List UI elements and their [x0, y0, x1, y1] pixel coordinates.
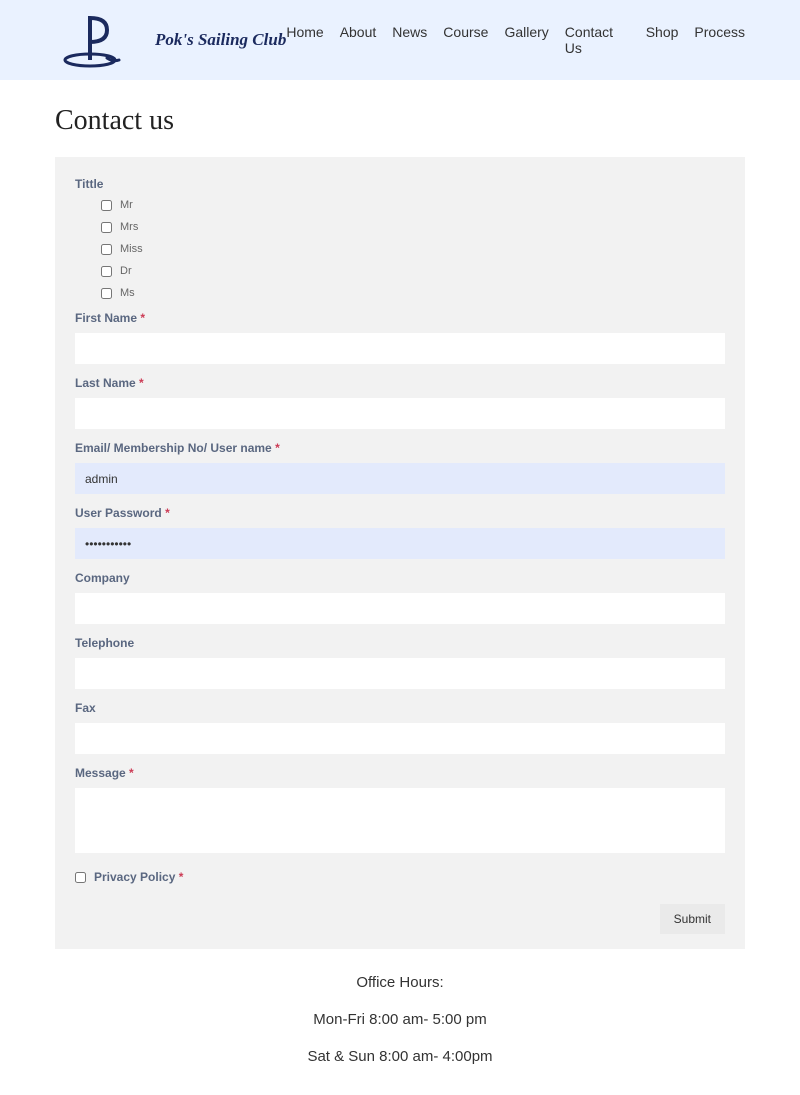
- required-asterisk: *: [139, 376, 144, 390]
- nav-gallery[interactable]: Gallery: [504, 24, 548, 56]
- company-field: Company: [75, 571, 725, 624]
- nav-process[interactable]: Process: [694, 24, 745, 56]
- fax-input[interactable]: [75, 723, 725, 754]
- required-asterisk: *: [140, 311, 145, 325]
- hours-heading: Office Hours:: [0, 974, 800, 991]
- nav-shop[interactable]: Shop: [646, 24, 679, 56]
- first-name-field: First Name *: [75, 311, 725, 364]
- title-checkbox-mrs[interactable]: [101, 222, 112, 233]
- message-field: Message *: [75, 766, 725, 858]
- hours-weekday: Mon-Fri 8:00 am- 5:00 pm: [0, 1011, 800, 1028]
- required-asterisk: *: [275, 441, 280, 455]
- telephone-field: Telephone: [75, 636, 725, 689]
- privacy-checkbox[interactable]: [75, 872, 86, 883]
- submit-button[interactable]: Submit: [660, 904, 725, 934]
- title-checkbox-dr[interactable]: [101, 266, 112, 277]
- nav-contact[interactable]: Contact Us: [565, 24, 630, 56]
- company-label: Company: [75, 571, 725, 585]
- title-field: Tittle Mr Mrs Miss Dr Ms: [75, 177, 725, 299]
- title-option-label: Miss: [120, 243, 143, 255]
- page-title: Contact us: [0, 80, 800, 157]
- password-input[interactable]: [75, 528, 725, 559]
- message-input[interactable]: [75, 788, 725, 853]
- telephone-input[interactable]: [75, 658, 725, 689]
- logo: [55, 10, 135, 70]
- title-option-label: Mrs: [120, 221, 138, 233]
- fax-label: Fax: [75, 701, 725, 715]
- hours-weekend: Sat & Sun 8:00 am- 4:00pm: [0, 1048, 800, 1065]
- title-checkbox-miss[interactable]: [101, 244, 112, 255]
- title-option-label: Ms: [120, 287, 135, 299]
- first-name-label: First Name: [75, 311, 137, 325]
- required-asterisk: *: [129, 766, 134, 780]
- email-input[interactable]: [75, 463, 725, 494]
- site-title: Pok's Sailing Club: [155, 30, 286, 50]
- password-field: User Password *: [75, 506, 725, 559]
- title-checkbox-ms[interactable]: [101, 288, 112, 299]
- title-checkbox-mr[interactable]: [101, 200, 112, 211]
- nav-home[interactable]: Home: [286, 24, 323, 56]
- required-asterisk: *: [179, 870, 184, 884]
- email-label: Email/ Membership No/ User name: [75, 441, 272, 455]
- office-hours: Office Hours: Mon-Fri 8:00 am- 5:00 pm S…: [0, 949, 800, 1095]
- first-name-input[interactable]: [75, 333, 725, 364]
- last-name-input[interactable]: [75, 398, 725, 429]
- title-label: Tittle: [75, 177, 725, 191]
- company-input[interactable]: [75, 593, 725, 624]
- header: Pok's Sailing Club Home About News Cours…: [0, 0, 800, 80]
- contact-form: Tittle Mr Mrs Miss Dr Ms First Name * La…: [55, 157, 745, 949]
- password-label: User Password: [75, 506, 162, 520]
- message-label: Message: [75, 766, 126, 780]
- title-option-label: Dr: [120, 265, 132, 277]
- fax-field: Fax: [75, 701, 725, 754]
- telephone-label: Telephone: [75, 636, 725, 650]
- last-name-label: Last Name: [75, 376, 136, 390]
- privacy-label: Privacy Policy: [94, 870, 175, 884]
- title-option-label: Mr: [120, 199, 133, 211]
- nav-news[interactable]: News: [392, 24, 427, 56]
- email-field: Email/ Membership No/ User name *: [75, 441, 725, 494]
- main-nav: Home About News Course Gallery Contact U…: [286, 24, 745, 56]
- privacy-field: Privacy Policy *: [75, 870, 725, 884]
- nav-course[interactable]: Course: [443, 24, 488, 56]
- required-asterisk: *: [165, 506, 170, 520]
- last-name-field: Last Name *: [75, 376, 725, 429]
- nav-about[interactable]: About: [340, 24, 377, 56]
